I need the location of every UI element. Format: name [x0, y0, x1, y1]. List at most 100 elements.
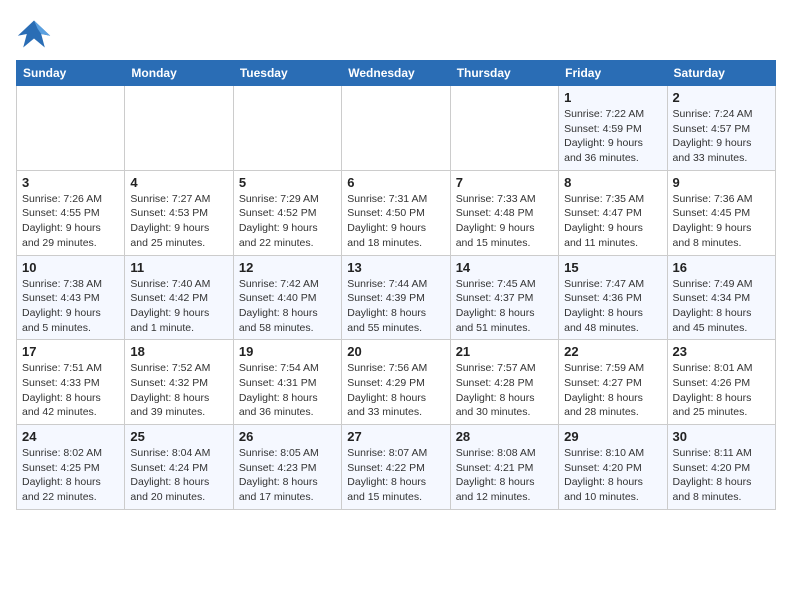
- day-info: Sunrise: 7:52 AM Sunset: 4:32 PM Dayligh…: [130, 361, 227, 420]
- calendar-header: Sunday Monday Tuesday Wednesday Thursday…: [17, 61, 776, 86]
- day-number: 14: [456, 260, 553, 275]
- day-info: Sunrise: 7:49 AM Sunset: 4:34 PM Dayligh…: [673, 277, 770, 336]
- day-info: Sunrise: 7:57 AM Sunset: 4:28 PM Dayligh…: [456, 361, 553, 420]
- col-saturday: Saturday: [667, 61, 775, 86]
- calendar-cell: [342, 86, 450, 171]
- day-number: 9: [673, 175, 770, 190]
- calendar-cell: 7Sunrise: 7:33 AM Sunset: 4:48 PM Daylig…: [450, 170, 558, 255]
- calendar-cell: 30Sunrise: 8:11 AM Sunset: 4:20 PM Dayli…: [667, 425, 775, 510]
- page-header: [16, 16, 776, 52]
- day-number: 20: [347, 344, 444, 359]
- day-number: 4: [130, 175, 227, 190]
- day-info: Sunrise: 7:45 AM Sunset: 4:37 PM Dayligh…: [456, 277, 553, 336]
- day-info: Sunrise: 7:26 AM Sunset: 4:55 PM Dayligh…: [22, 192, 119, 251]
- calendar-cell: 3 Sunrise: 7:26 AM Sunset: 4:55 PM Daylig…: [17, 170, 125, 255]
- col-wednesday: Wednesday: [342, 61, 450, 86]
- calendar-cell: 16 Sunrise: 7:49 AM Sunset: 4:34 PM Dayli…: [667, 255, 775, 340]
- col-tuesday: Tuesday: [233, 61, 341, 86]
- day-info: Sunrise: 7:27 AM Sunset: 4:53 PM Dayligh…: [130, 192, 227, 251]
- calendar-cell: [17, 86, 125, 171]
- calendar-week-1: 1 Sunrise: 7:22 AM Sunset: 4:59 PM Daylig…: [17, 86, 776, 171]
- calendar-week-5: 24 Sunrise: 8:02 AM Sunset: 4:25 PM Dayli…: [17, 425, 776, 510]
- calendar-cell: 19 Sunrise: 7:54 AM Sunset: 4:31 PM Dayli…: [233, 340, 341, 425]
- calendar-cell: 18 Sunrise: 7:52 AM Sunset: 4:32 PM Dayli…: [125, 340, 233, 425]
- day-info: Sunrise: 7:36 AM Sunset: 4:45 PM Dayligh…: [673, 192, 770, 251]
- day-info: Sunrise: 7:56 AM Sunset: 4:29 PM Dayligh…: [347, 361, 444, 420]
- calendar-cell: 10 Sunrise: 7:38 AM Sunset: 4:43 PM Dayli…: [17, 255, 125, 340]
- day-number: 26: [239, 429, 336, 444]
- col-thursday: Thursday: [450, 61, 558, 86]
- day-number: 10: [22, 260, 119, 275]
- calendar-cell: [233, 86, 341, 171]
- day-number: 17: [22, 344, 119, 359]
- calendar-cell: 25Sunrise: 8:04 AM Sunset: 4:24 PM Dayli…: [125, 425, 233, 510]
- calendar-cell: 21 Sunrise: 7:57 AM Sunset: 4:28 PM Dayli…: [450, 340, 558, 425]
- day-number: 27: [347, 429, 444, 444]
- day-info: Sunrise: 7:59 AM Sunset: 4:27 PM Dayligh…: [564, 361, 661, 420]
- calendar-cell: 23 Sunrise: 8:01 AM Sunset: 4:26 PM Dayli…: [667, 340, 775, 425]
- day-info: Sunrise: 7:31 AM Sunset: 4:50 PM Dayligh…: [347, 192, 444, 251]
- day-info: Sunrise: 7:33 AM Sunset: 4:48 PM Dayligh…: [456, 192, 553, 251]
- calendar-cell: 29Sunrise: 8:10 AM Sunset: 4:20 PM Dayli…: [559, 425, 667, 510]
- calendar-cell: 17 Sunrise: 7:51 AM Sunset: 4:33 PM Dayli…: [17, 340, 125, 425]
- day-info: Sunrise: 7:40 AM Sunset: 4:42 PM Dayligh…: [130, 277, 227, 336]
- col-monday: Monday: [125, 61, 233, 86]
- day-number: 6: [347, 175, 444, 190]
- day-number: 30: [673, 429, 770, 444]
- day-info: Sunrise: 8:04 AM Sunset: 4:24 PM Dayligh…: [130, 446, 227, 505]
- day-info: Sunrise: 7:51 AM Sunset: 4:33 PM Dayligh…: [22, 361, 119, 420]
- day-number: 19: [239, 344, 336, 359]
- calendar-cell: [450, 86, 558, 171]
- day-number: 1: [564, 90, 661, 105]
- calendar-table: Sunday Monday Tuesday Wednesday Thursday…: [16, 60, 776, 510]
- day-info: Sunrise: 7:29 AM Sunset: 4:52 PM Dayligh…: [239, 192, 336, 251]
- day-number: 11: [130, 260, 227, 275]
- calendar-cell: 1 Sunrise: 7:22 AM Sunset: 4:59 PM Daylig…: [559, 86, 667, 171]
- calendar-cell: 20 Sunrise: 7:56 AM Sunset: 4:29 PM Dayli…: [342, 340, 450, 425]
- calendar-cell: 2 Sunrise: 7:24 AM Sunset: 4:57 PM Daylig…: [667, 86, 775, 171]
- calendar-cell: 28Sunrise: 8:08 AM Sunset: 4:21 PM Dayli…: [450, 425, 558, 510]
- calendar-cell: 13 Sunrise: 7:44 AM Sunset: 4:39 PM Dayli…: [342, 255, 450, 340]
- day-info: Sunrise: 7:22 AM Sunset: 4:59 PM Dayligh…: [564, 107, 661, 166]
- day-number: 18: [130, 344, 227, 359]
- day-number: 3: [22, 175, 119, 190]
- day-info: Sunrise: 8:01 AM Sunset: 4:26 PM Dayligh…: [673, 361, 770, 420]
- day-number: 21: [456, 344, 553, 359]
- calendar-cell: 24 Sunrise: 8:02 AM Sunset: 4:25 PM Dayli…: [17, 425, 125, 510]
- day-info: Sunrise: 7:47 AM Sunset: 4:36 PM Dayligh…: [564, 277, 661, 336]
- day-number: 8: [564, 175, 661, 190]
- day-info: Sunrise: 8:02 AM Sunset: 4:25 PM Dayligh…: [22, 446, 119, 505]
- calendar-week-4: 17 Sunrise: 7:51 AM Sunset: 4:33 PM Dayli…: [17, 340, 776, 425]
- calendar-cell: 6 Sunrise: 7:31 AM Sunset: 4:50 PM Daylig…: [342, 170, 450, 255]
- calendar-body: 1 Sunrise: 7:22 AM Sunset: 4:59 PM Daylig…: [17, 86, 776, 510]
- day-number: 24: [22, 429, 119, 444]
- calendar-cell: 14 Sunrise: 7:45 AM Sunset: 4:37 PM Dayli…: [450, 255, 558, 340]
- col-sunday: Sunday: [17, 61, 125, 86]
- logo: [16, 16, 56, 52]
- day-info: Sunrise: 8:05 AM Sunset: 4:23 PM Dayligh…: [239, 446, 336, 505]
- day-number: 2: [673, 90, 770, 105]
- day-number: 23: [673, 344, 770, 359]
- day-info: Sunrise: 7:44 AM Sunset: 4:39 PM Dayligh…: [347, 277, 444, 336]
- day-info: Sunrise: 7:38 AM Sunset: 4:43 PM Dayligh…: [22, 277, 119, 336]
- calendar-cell: 12 Sunrise: 7:42 AM Sunset: 4:40 PM Dayli…: [233, 255, 341, 340]
- day-number: 12: [239, 260, 336, 275]
- day-info: Sunrise: 7:35 AM Sunset: 4:47 PM Dayligh…: [564, 192, 661, 251]
- day-number: 28: [456, 429, 553, 444]
- calendar-cell: [125, 86, 233, 171]
- day-info: Sunrise: 7:42 AM Sunset: 4:40 PM Dayligh…: [239, 277, 336, 336]
- day-info: Sunrise: 7:54 AM Sunset: 4:31 PM Dayligh…: [239, 361, 336, 420]
- day-number: 13: [347, 260, 444, 275]
- header-row: Sunday Monday Tuesday Wednesday Thursday…: [17, 61, 776, 86]
- day-number: 16: [673, 260, 770, 275]
- calendar-cell: 9 Sunrise: 7:36 AM Sunset: 4:45 PM Daylig…: [667, 170, 775, 255]
- day-number: 29: [564, 429, 661, 444]
- calendar-cell: 22Sunrise: 7:59 AM Sunset: 4:27 PM Dayli…: [559, 340, 667, 425]
- calendar-cell: 4 Sunrise: 7:27 AM Sunset: 4:53 PM Daylig…: [125, 170, 233, 255]
- day-number: 15: [564, 260, 661, 275]
- day-number: 5: [239, 175, 336, 190]
- calendar-cell: 11 Sunrise: 7:40 AM Sunset: 4:42 PM Dayli…: [125, 255, 233, 340]
- col-friday: Friday: [559, 61, 667, 86]
- calendar-cell: 15 Sunrise: 7:47 AM Sunset: 4:36 PM Dayli…: [559, 255, 667, 340]
- day-info: Sunrise: 7:24 AM Sunset: 4:57 PM Dayligh…: [673, 107, 770, 166]
